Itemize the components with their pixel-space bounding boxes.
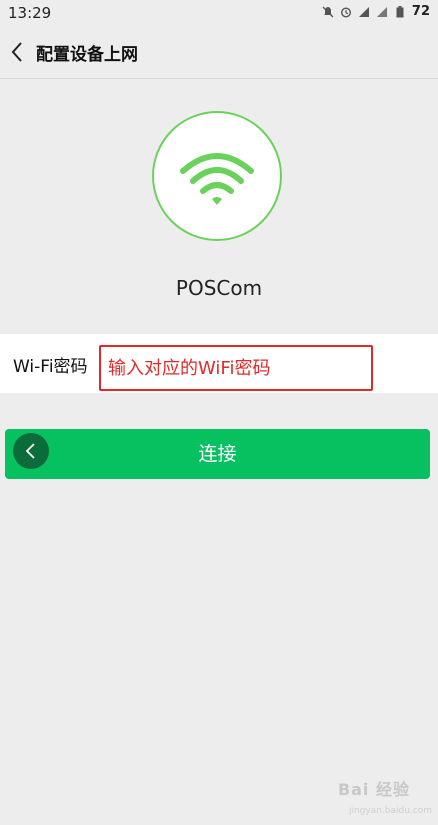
chevron-left-icon[interactable] xyxy=(8,40,28,64)
watermark-sub: jingyan.baidu.com xyxy=(348,806,432,816)
status-bar: 13:29 72 xyxy=(0,0,438,26)
battery-level: 72 xyxy=(411,4,430,19)
signal-icon xyxy=(358,6,369,17)
floating-back-button[interactable] xyxy=(13,433,49,469)
status-icons: 72 xyxy=(322,4,430,19)
password-label: Wi-Fi密码 xyxy=(13,357,88,377)
watermark: Bai 经验 xyxy=(337,780,410,799)
nav-bar: 配置设备上网 xyxy=(0,26,438,79)
wifi-icon xyxy=(180,153,254,205)
mute-icon xyxy=(322,6,334,17)
alarm-icon xyxy=(340,6,351,18)
battery-icon xyxy=(396,5,404,17)
chevron-left-icon xyxy=(25,443,35,459)
connect-button-label: 连接 xyxy=(198,443,237,465)
device-name: POSCom xyxy=(175,276,263,300)
wifi-circle xyxy=(152,111,282,241)
status-time: 13:29 xyxy=(8,4,52,22)
page-title: 配置设备上网 xyxy=(36,45,138,65)
signal-icon xyxy=(376,6,387,17)
annotation-text: 输入对应的WiFi密码 xyxy=(108,358,271,379)
connect-button[interactable]: 连接 xyxy=(5,429,430,479)
